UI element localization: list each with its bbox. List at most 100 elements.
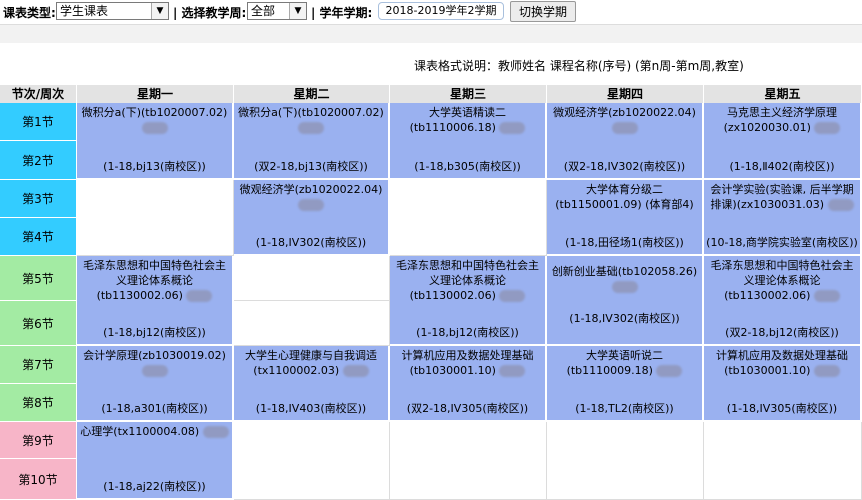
period-label: 第7节 [0, 346, 76, 384]
teacher-name-redacted [141, 365, 168, 377]
teacher-name-redacted [656, 365, 683, 377]
period-label: 第1节 [0, 103, 76, 141]
course-block[interactable]: 创新创业基础(tb102058.26) (1-18,IV302(南校区)) [547, 256, 704, 346]
course-block[interactable]: 心理学(tx1100004.08) (1-18,aj22(南校区)) [77, 422, 234, 500]
course-weeks-room: (双2-18,IV302(南校区)) [563, 160, 686, 173]
chevron-down-icon: ▼ [151, 3, 168, 19]
teacher-name-redacted [827, 199, 854, 211]
period-label: 第8节 [0, 384, 76, 422]
course-weeks-room: (1-18,IV305(南校区)) [726, 402, 838, 415]
header-day: 星期二 [234, 85, 390, 103]
teacher-name-redacted [814, 122, 841, 134]
teacher-name-redacted [499, 290, 526, 302]
period-label: 第2节 [0, 141, 76, 180]
period-label: 第3节 [0, 180, 76, 218]
period-label: 第6节 [0, 301, 76, 346]
academic-term-field[interactable]: 2018-2019学年2学期 [378, 2, 504, 20]
academic-term-label: | 学年学期: [311, 6, 373, 20]
teacher-name-redacted [611, 122, 638, 134]
course-title: 大学体育分级二(tb1150001.09) (体育部4) [555, 183, 694, 211]
course-block[interactable]: 会计学实验(实验课, 后半学期排课)(zx1030031.03) (10-18,… [704, 180, 862, 256]
course-weeks-room: (10-18,商学院实验室(南校区)) [706, 236, 858, 249]
schedule-type-label: 课表类型: [3, 6, 56, 20]
period-label: 第10节 [0, 459, 76, 500]
course-weeks-room: (1-18,TL2(南校区)) [575, 402, 674, 415]
teacher-name-redacted [298, 199, 324, 211]
timetable-grid: 节次/周次 星期一 星期二 星期三 星期四 星期五 第1节 第2节 第3节 第4… [0, 85, 862, 500]
teaching-week-value: 全部 [251, 4, 276, 18]
chevron-down-icon: ▼ [289, 3, 306, 19]
course-block[interactable]: 大学英语精读二(tb1110006.18) (1-18,b305(南校区)) [390, 103, 547, 180]
teacher-name-redacted [813, 290, 840, 302]
course-block[interactable]: 微观经济学(zb1020022.04) (1-18,IV302(南校区)) [234, 180, 390, 256]
period-label: 第9节 [0, 422, 76, 459]
course-weeks-room: (1-18,aj22(南校区)) [103, 480, 206, 493]
course-block[interactable]: 毛泽东思想和中国特色社会主义理论体系概论(tb1130002.06) (1-18… [390, 256, 547, 346]
header-day: 星期五 [704, 85, 862, 103]
course-weeks-room: (1-18,bj13(南校区)) [103, 160, 206, 173]
course-block[interactable]: 大学体育分级二(tb1150001.09) (体育部4) (1-18,田径场1(… [547, 180, 704, 256]
course-weeks-room: (双2-18,bj12(南校区)) [725, 326, 839, 339]
empty-slot [390, 422, 547, 500]
period-label: 第5节 [0, 256, 76, 301]
empty-slot [234, 301, 390, 346]
course-block[interactable]: 毛泽东思想和中国特色社会主义理论体系概论(tb1130002.06) (双2-1… [704, 256, 862, 346]
toolbar-divider [0, 24, 862, 43]
header-day: 星期三 [390, 85, 547, 103]
course-block[interactable]: 计算机应用及数据处理基础(tb1030001.10) (双2-18,IV305(… [390, 346, 547, 422]
course-weeks-room: (1-18,田径场1(南校区)) [565, 236, 684, 249]
teacher-name-redacted [298, 122, 324, 134]
period-label: 第4节 [0, 218, 76, 256]
course-weeks-room: (1-18,b305(南校区)) [414, 160, 521, 173]
teacher-name-redacted [813, 365, 840, 377]
course-block[interactable]: 微积分a(下)(tb1020007.02) (1-18,bj13(南校区)) [77, 103, 234, 180]
course-block[interactable]: 大学英语听说二(tb1110009.18) (1-18,TL2(南校区)) [547, 346, 704, 422]
course-title: 会计学原理(zb1030019.02) [83, 349, 226, 362]
teacher-name-redacted [186, 290, 213, 302]
course-title: 创新创业基础(tb102058.26) [551, 265, 698, 278]
course-block[interactable]: 马克思主义经济学原理(zx1020030.01) (1-18,Ⅱ402(南校区)… [704, 103, 862, 180]
header-corner: 节次/周次 [0, 85, 77, 103]
teacher-name-redacted [342, 365, 369, 377]
course-block[interactable]: 大学生心理健康与自我调适(tx1100002.03) (1-18,IV403(南… [234, 346, 390, 422]
course-weeks-room: (1-18,IV403(南校区)) [255, 402, 367, 415]
course-title: 微积分a(下)(tb1020007.02) [238, 106, 384, 119]
teacher-name-redacted [202, 426, 229, 438]
schedule-type-select[interactable]: 学生课表 ▼ [56, 2, 169, 20]
course-block[interactable]: 毛泽东思想和中国特色社会主义理论体系概论(tb1130002.06) (1-18… [77, 256, 234, 346]
course-title: 微积分a(下)(tb1020007.02) [81, 106, 228, 119]
course-weeks-room: (双2-18,bj13(南校区)) [254, 160, 368, 173]
header-day: 星期一 [77, 85, 234, 103]
course-block[interactable]: 计算机应用及数据处理基础(tb1030001.10) (1-18,IV305(南… [704, 346, 862, 422]
course-block[interactable]: 微积分a(下)(tb1020007.02) (双2-18,bj13(南校区)) [234, 103, 390, 180]
course-title: 微观经济学(zb1020022.04) [239, 183, 383, 196]
teaching-week-select[interactable]: 全部 ▼ [247, 2, 307, 20]
course-weeks-room: (1-18,IV302(南校区)) [569, 312, 680, 325]
switch-term-button[interactable]: 切换学期 [510, 1, 576, 22]
header-day: 星期四 [547, 85, 704, 103]
course-weeks-room: (1-18,a301(南校区)) [101, 402, 208, 415]
teacher-name-redacted [499, 365, 526, 377]
empty-slot [234, 422, 390, 500]
course-title: 大学英语精读二(tb1110006.18) [409, 106, 506, 134]
teacher-name-redacted [499, 122, 526, 134]
course-weeks-room: (1-18,bj12(南校区)) [103, 326, 206, 339]
schedule-format-legend: 课表格式说明：教师姓名 课程名称(序号) (第n周-第m周,教室) [414, 59, 744, 73]
empty-slot [704, 422, 862, 500]
course-title: 心理学(tx1100004.08) [80, 425, 200, 438]
schedule-type-value: 学生课表 [60, 4, 109, 18]
course-block[interactable]: 会计学原理(zb1030019.02) (1-18,a301(南校区)) [77, 346, 234, 422]
empty-slot [390, 180, 547, 256]
teaching-week-label: | 选择教学周: [173, 6, 247, 20]
empty-slot [234, 256, 390, 301]
course-weeks-room: (1-18,Ⅱ402(南校区)) [729, 160, 835, 173]
course-title: 大学英语听说二(tb1110009.18) [566, 349, 663, 377]
teacher-name-redacted [611, 281, 638, 293]
course-block[interactable]: 微观经济学(zb1020022.04) (双2-18,IV302(南校区)) [547, 103, 704, 180]
teacher-name-redacted [141, 122, 168, 134]
course-title: 微观经济学(zb1020022.04) [553, 106, 696, 119]
empty-slot [77, 180, 234, 256]
course-weeks-room: (双2-18,IV305(南校区)) [406, 402, 529, 415]
course-weeks-room: (1-18,bj12(南校区)) [416, 326, 519, 339]
toolbar: 课表类型: 学生课表 ▼ | 选择教学周: 全部 ▼ | 学年学期: 2018-… [0, 0, 862, 24]
